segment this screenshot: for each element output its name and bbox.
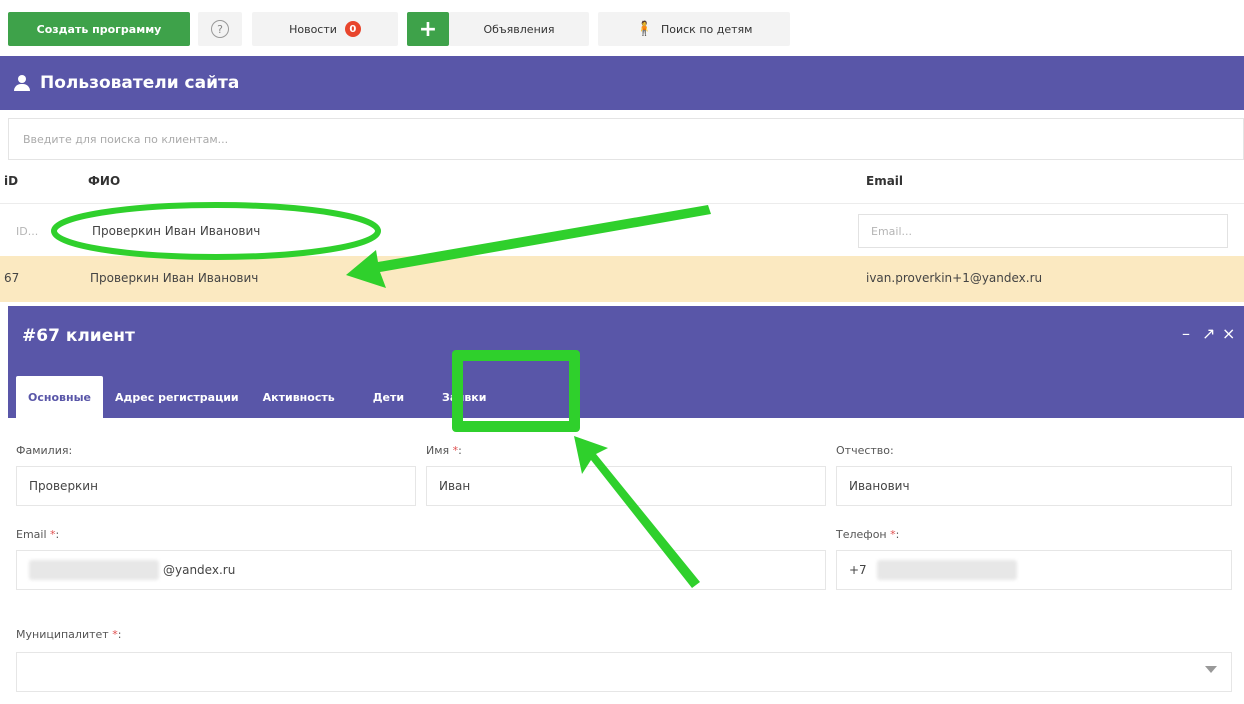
plus-icon: + [418,16,438,42]
phone-label-text: Телефон [836,528,887,541]
announcements-button[interactable]: Объявления [449,12,589,46]
row-fio: Проверкин Иван Иванович [90,271,259,285]
table-row[interactable]: 67 Проверкин Иван Иванович ivan.proverki… [0,256,1244,302]
help-button[interactable]: ? [198,12,242,46]
column-header-id[interactable]: iD [4,174,18,188]
client-tabs: Основные Адрес регистрации Активность Де… [16,376,498,418]
column-header-fio[interactable]: ФИО [88,174,120,188]
row-email: ivan.proverkin+1@yandex.ru [866,271,1043,285]
help-icon: ? [211,20,229,38]
news-count-badge: 0 [344,21,361,37]
tab-activity[interactable]: Активность [251,376,347,418]
label-colon: : [458,444,462,457]
tab-main[interactable]: Основные [16,376,103,418]
filter-fio-input[interactable]: Проверкин Иван Иванович [80,214,850,248]
add-announcement-button[interactable]: + [407,12,449,46]
client-modal: #67 клиент – ↗ × Основные Адрес регистра… [8,306,1244,704]
users-grid: iD ФИО Email ID... Проверкин Иван Иванов… [0,160,1244,302]
first-name-label-text: Имя [426,444,450,457]
news-label: Новости [289,22,337,36]
email-domain: @yandex.ru [163,563,236,577]
search-children-label: Поиск по детям [660,22,753,36]
last-name-field[interactable]: Проверкин [16,466,416,506]
dropdown-arrow-icon [1205,666,1217,673]
filter-id-input[interactable]: ID... [4,214,70,248]
email-label: Email *: [16,528,59,541]
news-button[interactable]: Новости 0 [252,12,398,46]
patronymic-label: Отчество: [836,444,894,457]
municipality-label-text: Муниципалитет [16,628,109,641]
client-search-bar [8,118,1244,160]
municipality-select[interactable] [16,652,1232,692]
client-modal-header: #67 клиент – ↗ × Основные Адрес регистра… [8,306,1244,418]
client-search-input[interactable] [23,132,1243,146]
user-icon [14,75,30,91]
phone-prefix: +7 [849,563,867,577]
grid-header-row: iD ФИО Email [0,160,1244,204]
create-program-button[interactable]: Создать программу [8,12,190,46]
client-modal-title: #67 клиент [22,326,135,346]
expand-icon[interactable]: ↗ [1202,324,1215,343]
municipality-label: Муниципалитет *: [16,628,121,641]
email-field[interactable]: @yandex.ru [16,550,826,590]
label-colon: : [55,528,60,541]
first-name-label: Имя *: [426,444,462,457]
first-name-field[interactable]: Иван [426,466,826,506]
redacted-phone-number [876,560,1017,580]
grid-filter-row: ID... Проверкин Иван Иванович Email... [0,204,1244,256]
phone-label: Телефон *: [836,528,899,541]
patronymic-field[interactable]: Иванович [836,466,1232,506]
top-toolbar: Создать программу ? Новости 0 + Объявлен… [0,0,1244,56]
close-icon[interactable]: × [1222,324,1235,343]
label-colon: : [895,528,900,541]
label-colon: : [117,628,122,641]
email-label-text: Email [16,528,47,541]
last-name-label: Фамилия: [16,444,73,457]
filter-email-input[interactable]: Email... [858,214,1228,248]
tab-registration-address[interactable]: Адрес регистрации [103,376,251,418]
annotation-highlight-box [452,350,580,432]
child-icon: 🧍 [635,21,653,37]
redacted-email-prefix [29,560,159,580]
column-header-email[interactable]: Email [866,174,903,188]
minimize-icon[interactable]: – [1182,324,1190,343]
search-children-button[interactable]: 🧍 Поиск по детям [598,12,790,46]
tab-children[interactable]: Дети [347,376,430,418]
row-id: 67 [4,271,20,285]
phone-field[interactable]: +7 [836,550,1232,590]
users-panel-title: Пользователи сайта [40,73,240,93]
users-panel-header: Пользователи сайта [0,56,1244,110]
